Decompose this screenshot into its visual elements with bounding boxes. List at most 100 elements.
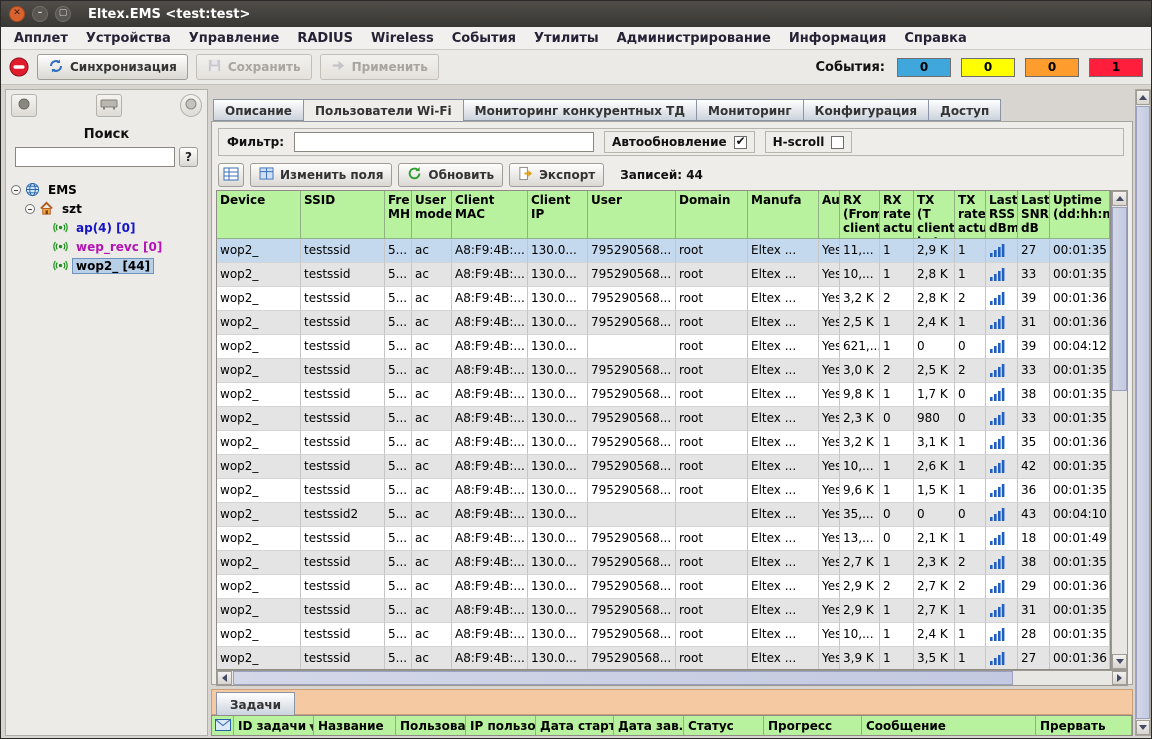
tab[interactable]: Описание — [213, 99, 303, 121]
scroll-right-button[interactable] — [1112, 671, 1127, 685]
column-header[interactable]: Uptime (dd:hh:m — [1050, 191, 1110, 239]
table-row[interactable]: wop2_testssid5...acA8:F9:4B:...130.0...7… — [217, 479, 1110, 503]
table-row[interactable]: wop2_testssid5...acA8:F9:4B:...130.0...7… — [217, 599, 1110, 623]
table-row[interactable]: wop2_testssid5...acA8:F9:4B:...130.0...7… — [217, 551, 1110, 575]
tasks-column-header[interactable]: Сообщение — [862, 716, 1036, 735]
column-header[interactable]: User — [588, 191, 676, 239]
main-scroll-down-button[interactable] — [1136, 720, 1150, 735]
tasks-column-header[interactable]: Прогресс — [764, 716, 862, 735]
menu-item[interactable]: RADIUS — [288, 29, 362, 48]
table-row[interactable]: wop2_testssid5...acA8:F9:4B:...130.0...7… — [217, 359, 1110, 383]
sidebar-action-button-left[interactable] — [11, 94, 37, 117]
table-row[interactable]: wop2_testssid5...acA8:F9:4B:...130.0...7… — [217, 647, 1110, 670]
tab[interactable]: Мониторинг конкурентных ТД — [463, 99, 696, 121]
main-scroll-up-button[interactable] — [1136, 90, 1150, 105]
column-header[interactable]: Aut — [819, 191, 840, 239]
menu-item[interactable]: Wireless — [362, 29, 443, 48]
event-counter-warning[interactable]: 0 — [961, 58, 1015, 77]
event-counter-critical[interactable]: 1 — [1089, 58, 1143, 77]
edit-fields-button[interactable]: Изменить поля — [250, 163, 392, 187]
tab[interactable]: Пользователи Wi-Fi — [303, 99, 463, 122]
scroll-down-button[interactable] — [1112, 654, 1127, 669]
save-button[interactable]: Сохранить — [196, 54, 312, 80]
menu-item[interactable]: Информация — [780, 29, 896, 48]
scroll-thumb-horizontal[interactable] — [233, 671, 1013, 685]
scroll-thumb[interactable] — [1112, 207, 1127, 391]
table-horizontal-scrollbar[interactable] — [216, 670, 1128, 686]
column-header[interactable]: RX (From client — [840, 191, 880, 239]
tree-item[interactable]: EMS — [6, 180, 207, 199]
column-header[interactable]: Domain — [676, 191, 748, 239]
search-help-button[interactable]: ? — [179, 147, 198, 167]
close-button[interactable]: ✕ — [9, 6, 25, 22]
tasks-column-header[interactable]: Прервать — [1036, 716, 1132, 735]
table-row[interactable]: wop2_testssid5...acA8:F9:4B:...130.0...7… — [217, 239, 1110, 263]
apply-button[interactable]: Применить — [320, 54, 439, 80]
tasks-column-header[interactable]: Название — [314, 716, 396, 735]
hscroll-checkbox[interactable] — [831, 136, 844, 149]
tree-item[interactable]: wep_revc [0] — [6, 237, 207, 256]
menu-item[interactable]: Апплет — [5, 29, 77, 48]
tasks-column-header[interactable]: Дата старта — [536, 716, 614, 735]
main-scroll-thumb[interactable] — [1136, 106, 1150, 719]
tab[interactable]: Мониторинг — [696, 99, 803, 121]
column-header[interactable]: Client MAC — [452, 191, 528, 239]
table-row[interactable]: wop2_testssid5...acA8:F9:4B:...130.0...7… — [217, 311, 1110, 335]
tasks-column-header[interactable]: IP пользо... — [466, 716, 536, 735]
event-counter-info[interactable]: 0 — [897, 58, 951, 77]
menu-item[interactable]: Администрирование — [608, 29, 780, 48]
event-counter-major[interactable]: 0 — [1025, 58, 1079, 77]
table-row[interactable]: wop2_testssid5...acA8:F9:4B:...130.0...7… — [217, 575, 1110, 599]
table-vertical-scrollbar[interactable] — [1111, 190, 1128, 670]
column-header[interactable]: Last SNR dB — [1018, 191, 1050, 239]
tree-expander-icon[interactable] — [25, 204, 35, 214]
column-header[interactable]: TX (T client byte — [914, 191, 955, 239]
column-header[interactable]: RX rate actu — [880, 191, 914, 239]
table-row[interactable]: wop2_testssid5...acA8:F9:4B:...130.0...7… — [217, 287, 1110, 311]
tasks-column-header[interactable]: Дата зав... — [614, 716, 684, 735]
scroll-left-button[interactable] — [217, 671, 232, 685]
column-header[interactable]: Last RSS dBm — [986, 191, 1018, 239]
scroll-up-button[interactable] — [1112, 191, 1127, 206]
table-row[interactable]: wop2_testssid5...acA8:F9:4B:...130.0...7… — [217, 455, 1110, 479]
menu-item[interactable]: Устройства — [77, 29, 180, 48]
tab[interactable]: Конфигурация — [803, 99, 928, 121]
column-header[interactable]: User mode — [412, 191, 452, 239]
tab[interactable]: Доступ — [928, 99, 1001, 121]
table-row[interactable]: wop2_testssid5...acA8:F9:4B:...130.0...7… — [217, 263, 1110, 287]
column-header[interactable]: TX rate actu — [955, 191, 986, 239]
table-row[interactable]: wop2_testssid25...acA8:F9:4B:...130.0...… — [217, 503, 1110, 527]
menu-item[interactable]: Управление — [180, 29, 289, 48]
minimize-button[interactable]: – — [32, 6, 48, 22]
sync-button[interactable]: Синхронизация — [37, 54, 188, 80]
sidebar-action-button-middle[interactable] — [96, 94, 122, 117]
tasks-column-header[interactable]: Пользова... — [396, 716, 466, 735]
table-row[interactable]: wop2_testssid5...acA8:F9:4B:...130.0...7… — [217, 383, 1110, 407]
menu-item[interactable]: Утилиты — [525, 29, 608, 48]
column-header[interactable]: Fre MH — [385, 191, 412, 239]
tasks-column-header[interactable]: Статус — [684, 716, 764, 735]
column-header[interactable]: Client IP — [528, 191, 588, 239]
refresh-button[interactable]: Обновить — [398, 163, 503, 187]
table-menu-button[interactable] — [218, 163, 244, 187]
sidebar-action-button-right[interactable] — [180, 94, 202, 117]
filter-input[interactable] — [294, 132, 594, 152]
tab-tasks[interactable]: Задачи — [216, 692, 295, 716]
tree-item[interactable]: ap(4) [0] — [6, 218, 207, 237]
column-header[interactable]: Device — [217, 191, 301, 239]
maximize-button[interactable]: ▢ — [55, 6, 71, 22]
column-header[interactable]: Manufa — [748, 191, 819, 239]
menu-item[interactable]: События — [443, 29, 525, 48]
tree-item[interactable]: wop2_ [44] — [6, 256, 207, 275]
tree-expander-icon[interactable] — [11, 185, 21, 195]
table-row[interactable]: wop2_testssid5...acA8:F9:4B:...130.0...7… — [217, 623, 1110, 647]
main-vertical-scrollbar[interactable] — [1135, 89, 1151, 736]
table-row[interactable]: wop2_testssid5...acA8:F9:4B:...130.0...r… — [217, 335, 1110, 359]
search-input[interactable] — [15, 147, 175, 167]
menu-item[interactable]: Справка — [895, 29, 975, 48]
autorefresh-checkbox[interactable] — [734, 136, 747, 149]
column-header[interactable]: SSID — [301, 191, 385, 239]
tree-item[interactable]: szt — [6, 199, 207, 218]
table-row[interactable]: wop2_testssid5...acA8:F9:4B:...130.0...7… — [217, 431, 1110, 455]
export-button[interactable]: Экспорт — [509, 163, 604, 187]
